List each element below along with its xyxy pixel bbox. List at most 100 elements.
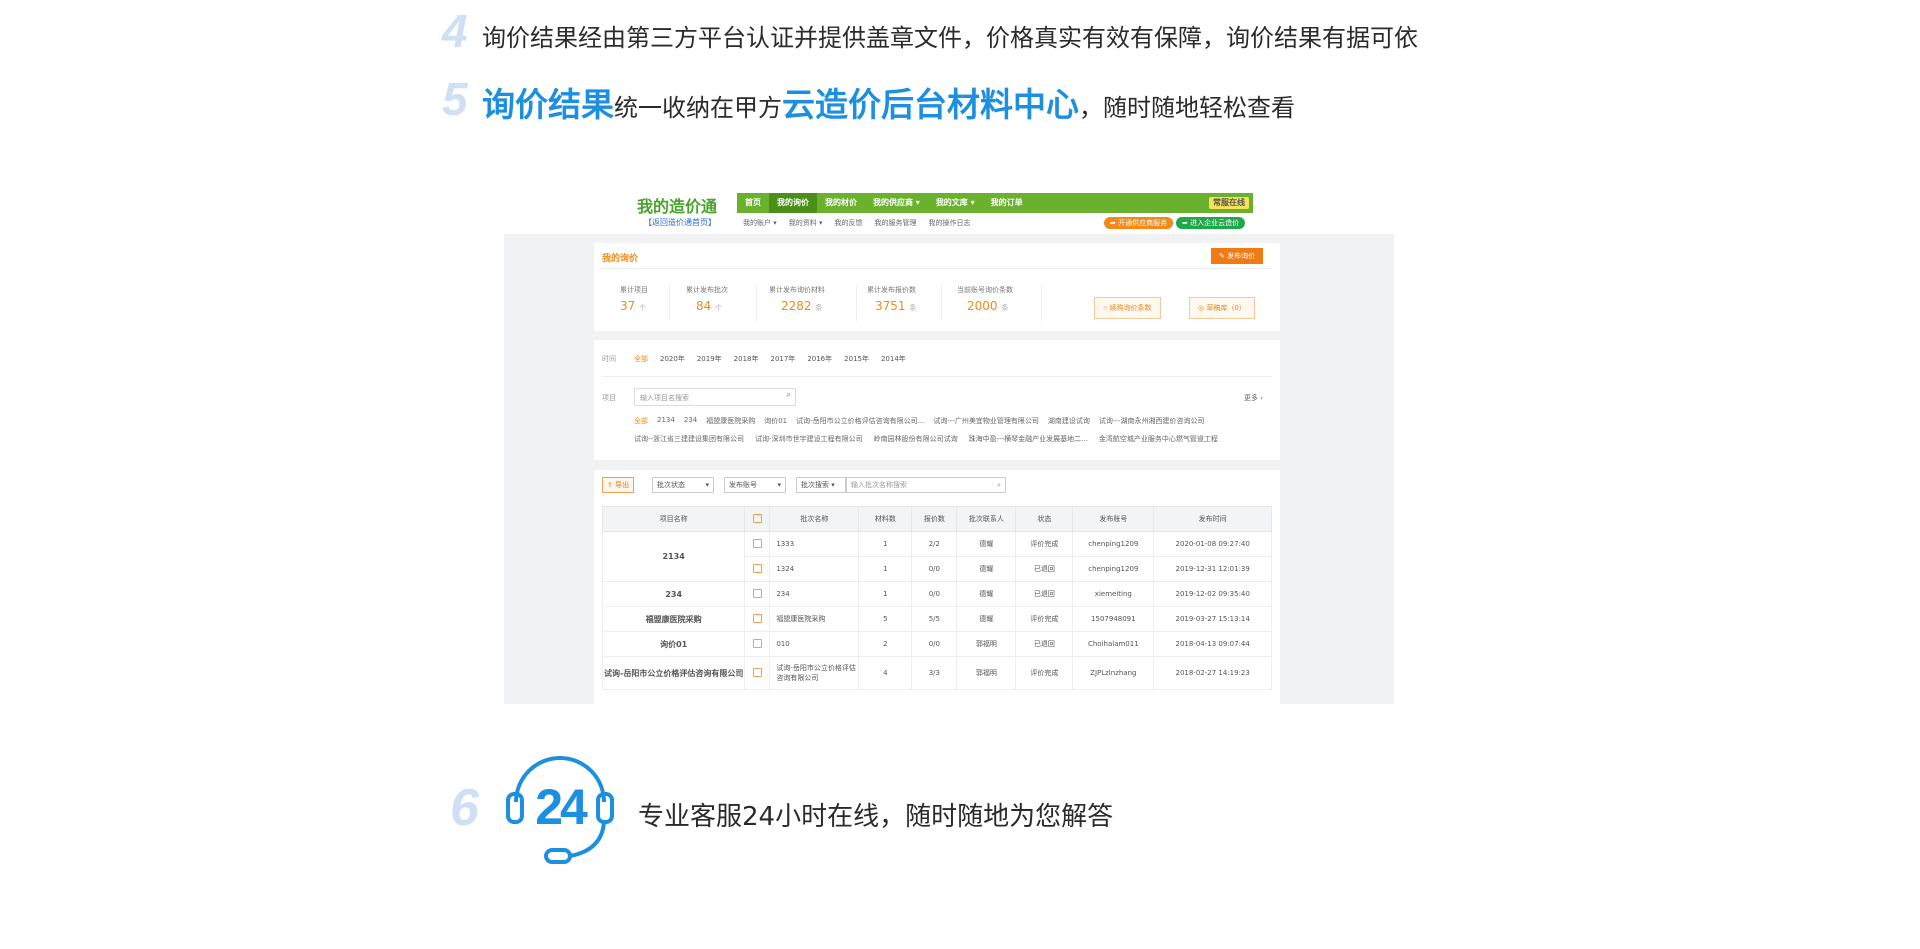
cell-quotes: 0/0 — [911, 556, 958, 582]
project-search-input[interactable]: 输入项目名搜索 ⌕ — [634, 388, 796, 406]
cell-time: 2019-03-27 15:13:14 — [1153, 606, 1272, 632]
search-icon[interactable]: ⌕ — [997, 478, 1001, 492]
cell-contact: 德耀 — [956, 531, 1017, 557]
project-tag[interactable]: 试询---广州美宜物业管理有限公司 — [933, 416, 1039, 426]
row-checkbox[interactable] — [744, 631, 771, 657]
project-tag[interactable]: 试询---湖南永州湘西建价咨询公司 — [1099, 416, 1205, 426]
nav-my-inquiry[interactable]: 我的询价 — [769, 193, 817, 213]
batch-list-card: ⇪ 导出 批次状态 ▾ 发布账号 ▾ 批次搜索 ▾ 输入批次名称搜索 ⌕ 项目名称… — [594, 470, 1280, 704]
project-tag[interactable]: 全部 — [634, 416, 648, 426]
project-tag[interactable]: 珠海中盈---横琴金融产业发展基地二... — [969, 434, 1088, 444]
draft-library-button[interactable]: ◎ 草稿库（0） — [1189, 297, 1255, 319]
project-tag[interactable]: 湖南建设试询 — [1048, 416, 1090, 426]
cell-time: 2019-12-02 09:35:40 — [1153, 581, 1272, 607]
feature-5-text: 询价结果统一收纳在甲方云造价后台材料中心，随时随地轻松查看 — [482, 78, 1295, 126]
batch-link[interactable]: 1333 — [769, 531, 860, 557]
project-name-link[interactable]: 234 — [601, 581, 746, 607]
time-label: 时间 — [602, 355, 616, 363]
batch-link[interactable]: 1324 — [769, 556, 860, 582]
batch-link[interactable]: 试询-岳阳市公立价格评估咨询有限公司 — [769, 656, 860, 690]
cell-quotes: 0/0 — [911, 581, 958, 607]
nav-my-price[interactable]: 我的材价 — [817, 193, 865, 213]
project-name-link[interactable]: 2134 — [601, 531, 746, 582]
feature-6-number: 6 — [450, 779, 479, 837]
year-2020[interactable]: 2020年 — [660, 354, 685, 364]
cell-account: Choihalam011 — [1072, 631, 1155, 657]
batch-search-select[interactable]: 批次搜索 ▾ — [796, 477, 846, 493]
year-2018[interactable]: 2018年 — [734, 354, 759, 364]
project-tag[interactable]: 2134 — [657, 416, 675, 426]
cell-account: ZJPLzlnzhang — [1072, 656, 1155, 690]
cell-status: 评价完成 — [1015, 606, 1074, 632]
cell-contact: 德耀 — [956, 556, 1017, 582]
row-checkbox[interactable] — [744, 531, 771, 557]
nav-my-orders[interactable]: 我的订单 — [983, 193, 1031, 213]
enterprise-cloud-pill[interactable]: ➦ 进入企业云造价 — [1176, 217, 1246, 229]
col-status: 状态 — [1015, 506, 1074, 532]
feature-4-text: 询价结果经由第三方平台认证并提供盖章文件，价格真实有效有保障，询价结果有据可依 — [482, 24, 1418, 52]
cell-materials: 5 — [858, 606, 913, 632]
project-tag[interactable]: 岭南园林股份有限公司试询 — [874, 434, 958, 444]
batch-link[interactable]: 010 — [769, 631, 860, 657]
batch-table: 项目名称 批次名称 材料数 报价数 批次联系人 状态 发布账号 发布时间 213… — [601, 506, 1272, 690]
project-tag[interactable]: 询价01 — [764, 416, 787, 426]
more-link[interactable]: 更多 › — [1244, 393, 1263, 403]
row-checkbox[interactable] — [744, 556, 771, 582]
project-tags-row-1: 全部 2134 234 福盟康医院采购 询价01 试询-岳阳市公立价格评估咨询有… — [634, 416, 1204, 426]
year-2016[interactable]: 2016年 — [807, 354, 832, 364]
open-supplier-pill[interactable]: ➦ 开通供应商服务 — [1104, 217, 1174, 229]
project-tag[interactable]: 福盟康医院采购 — [706, 416, 755, 426]
project-name-link[interactable]: 试询-岳阳市公立价格评估咨询有限公司 — [601, 656, 746, 690]
year-all[interactable]: 全部 — [634, 354, 648, 364]
year-2015[interactable]: 2015年 — [844, 354, 869, 364]
cell-materials: 1 — [858, 581, 913, 607]
project-tag[interactable]: 金湾航空城产业服务中心燃气管道工程 — [1099, 434, 1218, 444]
project-tag[interactable]: 试询-深圳市世宇建设工程有限公司 — [755, 434, 863, 444]
cell-account: chenping1209 — [1072, 531, 1155, 557]
cell-account: xiemeiting — [1072, 581, 1155, 607]
row-checkbox[interactable] — [744, 606, 771, 632]
cell-status: 已退回 — [1015, 581, 1074, 607]
row-checkbox[interactable] — [744, 656, 771, 690]
subnav-account[interactable]: 我的账户 ▾ — [737, 218, 783, 228]
project-tag[interactable]: 试询--浙江省三建建设集团有限公司 — [634, 434, 744, 444]
search-icon[interactable]: ⌕ — [786, 390, 791, 400]
online-service-button[interactable]: 常服在线 — [1209, 197, 1249, 209]
headset-24-label: 24 — [535, 779, 588, 835]
buy-inquiry-button[interactable]: ☝ 续购询价条数 — [1094, 297, 1161, 319]
batch-status-select[interactable]: 批次状态 ▾ — [652, 477, 714, 493]
subnav-profile[interactable]: 我的资料 ▾ — [783, 218, 829, 228]
row-checkbox[interactable] — [744, 581, 771, 607]
cell-time: 2019-12-31 12:01:39 — [1153, 556, 1272, 582]
col-batch: 批次名称 — [769, 506, 860, 532]
project-label: 项目 — [602, 394, 616, 402]
publish-inquiry-button[interactable]: ✎ 发布询价 — [1211, 248, 1264, 264]
year-2017[interactable]: 2017年 — [770, 354, 795, 364]
subnav-log[interactable]: 我的操作日志 — [923, 218, 977, 228]
batch-link[interactable]: 234 — [769, 581, 860, 607]
nav-home[interactable]: 首页 — [737, 193, 769, 213]
feature-6-text: 专业客服24小时在线，随时随地为您解答 — [638, 802, 1114, 832]
nav-my-supplier[interactable]: 我的供应商 ▾ — [865, 193, 928, 213]
filter-card: 时间 全部 2020年 2019年 2018年 2017年 2016年 2015… — [594, 340, 1280, 460]
project-tag[interactable]: 234 — [684, 416, 697, 426]
project-tag[interactable]: 试询-岳阳市公立价格评估咨询有限公司... — [796, 416, 924, 426]
subnav-feedback[interactable]: 我的反馈 — [829, 218, 869, 228]
publish-account-select[interactable]: 发布账号 ▾ — [724, 477, 786, 493]
batch-search-input[interactable]: 输入批次名称搜索 ⌕ — [846, 477, 1006, 493]
logo-back-link[interactable]: 【返回造价通首页】 — [644, 217, 716, 228]
project-name-link[interactable]: 询价01 — [601, 631, 746, 657]
export-button[interactable]: ⇪ 导出 — [602, 477, 635, 493]
batch-link[interactable]: 福盟康医院采购 — [769, 606, 860, 632]
year-2014[interactable]: 2014年 — [881, 354, 906, 364]
feature-5-tail: ，随时随地轻松查看 — [1079, 94, 1295, 122]
year-2019[interactable]: 2019年 — [697, 354, 722, 364]
cell-contact: 郭福明 — [956, 656, 1017, 690]
feature-5-mid: 统一收纳在甲方 — [614, 94, 782, 122]
nav-my-library[interactable]: 我的文库 ▾ — [928, 193, 983, 213]
main-nav: 首页 我的询价 我的材价 我的供应商 ▾ 我的文库 ▾ 我的订单 常服在线 — [737, 193, 1253, 213]
col-select-all[interactable] — [744, 506, 771, 532]
subnav-service[interactable]: 我的服务管理 — [869, 218, 923, 228]
stat-batches: 累计发布批次 84 个 — [686, 286, 728, 313]
project-name-link[interactable]: 福盟康医院采购 — [601, 606, 746, 632]
